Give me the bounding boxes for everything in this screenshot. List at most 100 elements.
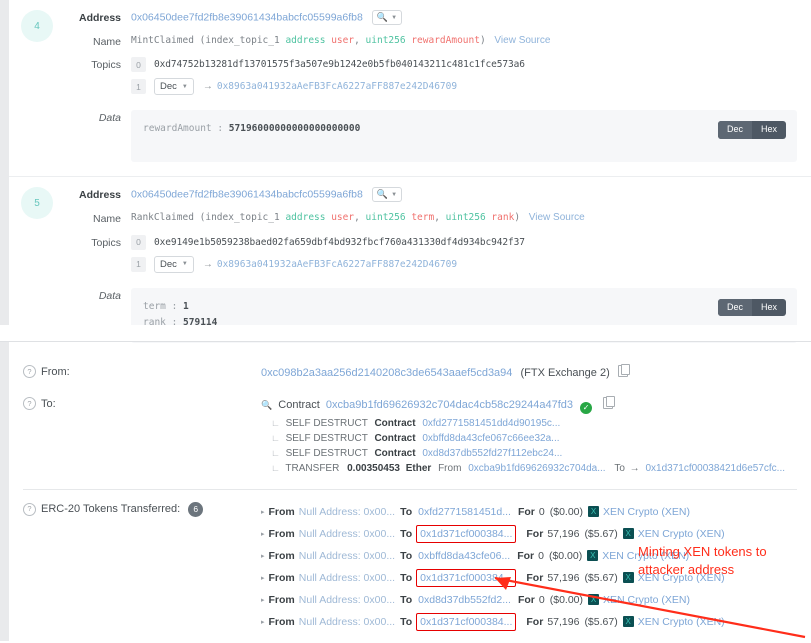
topic-address-link[interactable]: 0x8963a041932aAeFB3FcA6227aFF887e242D467… [217, 81, 457, 92]
log-address-link[interactable]: 0x06450dee7fd2fb8e39061434babcfc05599a6f… [131, 11, 363, 23]
for-keyword: For [526, 571, 544, 584]
dec-button[interactable]: Dec [717, 298, 752, 317]
token-usd-value: ($5.67) [584, 615, 618, 628]
internal-action: SELF DESTRUCT [285, 447, 368, 459]
internal-address-link[interactable]: 0xd8d37db552fd27f112ebc24... [422, 448, 562, 459]
for-keyword: For [526, 615, 544, 628]
event-logs-panel: 4 Address 0x06450dee7fd2fb8e39061434babc… [9, 0, 811, 357]
sig-type-1: uint256 [365, 212, 412, 224]
event-signature: MintClaimed (index_topic_1 address user,… [131, 35, 491, 46]
internal-type: Contract [374, 432, 416, 444]
expand-triangle-icon[interactable]: ▸ [261, 618, 265, 626]
topic-row: 0 0xd74752b13281df13701575f3a507e9b1242e… [131, 57, 811, 73]
topic-row: 0 0xe9149e1b5059238baed02fa659dbf4bd932f… [131, 234, 811, 250]
token-name-link[interactable]: XEN Crypto (XEN) [638, 528, 725, 540]
data-value: 57196000000000000000000 [228, 123, 361, 135]
sig-index-1: , [354, 212, 366, 224]
data-line: rewardAmount : 57196000000000000000000 [143, 121, 785, 138]
to-contract-address-link[interactable]: 0xcba9b1fd69626932c704dac4cb58c29244a47f… [326, 399, 573, 411]
log-topics-row: Topics 0 0xd74752b13281df13701575f3a507e… [9, 57, 811, 101]
transfer-to-address[interactable]: 0x1d371cf00038421d6e57cfc... [645, 463, 785, 474]
verified-check-icon: ✓ [580, 401, 593, 414]
to-address-link-highlighted[interactable]: 0x1d371cf000384... [416, 524, 517, 543]
token-usd-value: ($0.00) [549, 505, 584, 518]
dec-button[interactable]: Dec [717, 121, 752, 140]
data-label: Data [98, 289, 121, 302]
xen-token-icon: X [587, 550, 599, 561]
hex-button[interactable]: Hex [752, 299, 786, 317]
dec-hex-toggle[interactable]: Dec Hex [717, 121, 786, 140]
for-keyword: For [517, 505, 535, 518]
address-search-button[interactable]: 🔍 ▼ [371, 187, 403, 203]
log-topics-row: Topics 0 0xe9149e1b5059238baed02fa659dbf… [9, 234, 811, 279]
transfer-from-address[interactable]: 0xcba9b1fd69626932c704da... [468, 463, 605, 474]
topic-format-select[interactable]: Dec ▼ [154, 78, 194, 96]
from-keyword: From [268, 571, 295, 584]
magnifier-icon: 🔍 [376, 189, 389, 200]
view-source-link[interactable]: View Source [494, 35, 550, 46]
event-signature: RankClaimed (index_topic_1 address user,… [131, 212, 526, 223]
from-address-link[interactable]: Null Address: 0x00... [299, 616, 395, 628]
from-address-link[interactable]: Null Address: 0x00... [299, 528, 395, 540]
panel-divider [0, 341, 811, 342]
from-address-link[interactable]: Null Address: 0x00... [299, 506, 395, 518]
xen-token-icon: X [622, 616, 634, 627]
dec-hex-toggle[interactable]: Dec Hex [717, 298, 786, 317]
internal-address-link[interactable]: 0xfd2771581451dd4d90195c... [422, 418, 560, 429]
expand-triangle-icon[interactable]: ▸ [261, 596, 265, 604]
expand-triangle-icon[interactable]: ▸ [261, 574, 265, 582]
from-address-link[interactable]: 0xc098b2a3aa256d2140208c3de6543aaef5cd3a… [261, 367, 512, 379]
internal-address-link[interactable]: 0xbffd8da43cfe067c66ee32a... [422, 433, 559, 444]
to-label: To: [41, 397, 56, 410]
chevron-down-icon: ▼ [181, 83, 188, 90]
to-address-link-highlighted[interactable]: 0x1d371cf000384... [416, 612, 517, 631]
copy-icon[interactable] [603, 396, 616, 409]
token-name-link[interactable]: XEN Crypto (XEN) [603, 594, 690, 606]
token-usd-value: ($5.67) [584, 527, 618, 540]
to-row: ? To: 🔍 Contract 0xcba9b1fd69626932c704d… [9, 388, 811, 483]
transfer-to-word: To [614, 462, 625, 474]
topic-number: 1 [131, 256, 146, 272]
view-source-link[interactable]: View Source [529, 212, 585, 223]
expand-triangle-icon[interactable]: ▸ [261, 552, 265, 560]
to-address-link[interactable]: 0xbffd8da43cfe06... [416, 549, 512, 563]
from-keyword: From [268, 593, 295, 606]
topic-number: 0 [131, 57, 146, 73]
topic-format-select[interactable]: Dec ▼ [154, 255, 194, 273]
erc20-count-badge: 6 [188, 501, 204, 517]
topics-label: Topics [91, 236, 121, 249]
help-icon[interactable]: ? [23, 397, 36, 410]
to-address-link[interactable]: 0xd8d37db552fd2... [416, 593, 513, 607]
topic-row: 1 Dec ▼ → 0x8963a041932aAeFB3FcA6227aFF8… [131, 255, 811, 273]
help-icon[interactable]: ? [23, 502, 36, 516]
from-address-link[interactable]: Null Address: 0x00... [299, 594, 395, 606]
internal-type: Contract [374, 447, 416, 459]
from-address-link[interactable]: Null Address: 0x00... [299, 572, 395, 584]
log-address-link[interactable]: 0x06450dee7fd2fb8e39061434babcfc05599a6f… [131, 189, 363, 201]
copy-icon[interactable] [617, 364, 630, 377]
tree-corner-icon: ∟ [271, 462, 280, 473]
to-address-link[interactable]: 0xfd2771581451d... [416, 505, 513, 519]
topic-address-link[interactable]: 0x8963a041932aAeFB3FcA6227aFF887e242D467… [217, 259, 457, 270]
expand-triangle-icon[interactable]: ▸ [261, 508, 265, 516]
token-name-link[interactable]: XEN Crypto (XEN) [638, 616, 725, 628]
data-line: term : 1 [143, 299, 785, 316]
expand-triangle-icon[interactable]: ▸ [261, 530, 265, 538]
magnifier-icon[interactable]: 🔍 [261, 400, 272, 410]
hex-button[interactable]: Hex [752, 121, 786, 139]
annotation-text: Minting XEN tokens to attacker address [638, 544, 767, 577]
from-keyword: From [268, 527, 295, 540]
internal-tx-line: ∟ SELF DESTRUCT Contract 0xfd2771581451d… [261, 418, 811, 429]
to-address-link-highlighted[interactable]: 0x1d371cf000384... [416, 568, 517, 587]
address-search-button[interactable]: 🔍 ▼ [371, 10, 403, 25]
log-entry: 4 Address 0x06450dee7fd2fb8e39061434babc… [9, 0, 811, 178]
token-amount: 57,196 [547, 527, 580, 540]
help-icon[interactable]: ? [23, 365, 36, 378]
token-amount: 0 [538, 505, 545, 518]
token-transfer-row: ▸ From Null Address: 0x00... To 0x1d371c… [261, 522, 811, 546]
from-address-link[interactable]: Null Address: 0x00... [299, 550, 395, 562]
token-name-link[interactable]: XEN Crypto (XEN) [603, 506, 690, 518]
log-name-row: Name MintClaimed (index_topic_1 address … [9, 34, 811, 48]
transaction-overview-panel: ? From: 0xc098b2a3aa256d2140208c3de6543a… [9, 356, 811, 643]
tree-corner-icon: ∟ [271, 417, 280, 428]
